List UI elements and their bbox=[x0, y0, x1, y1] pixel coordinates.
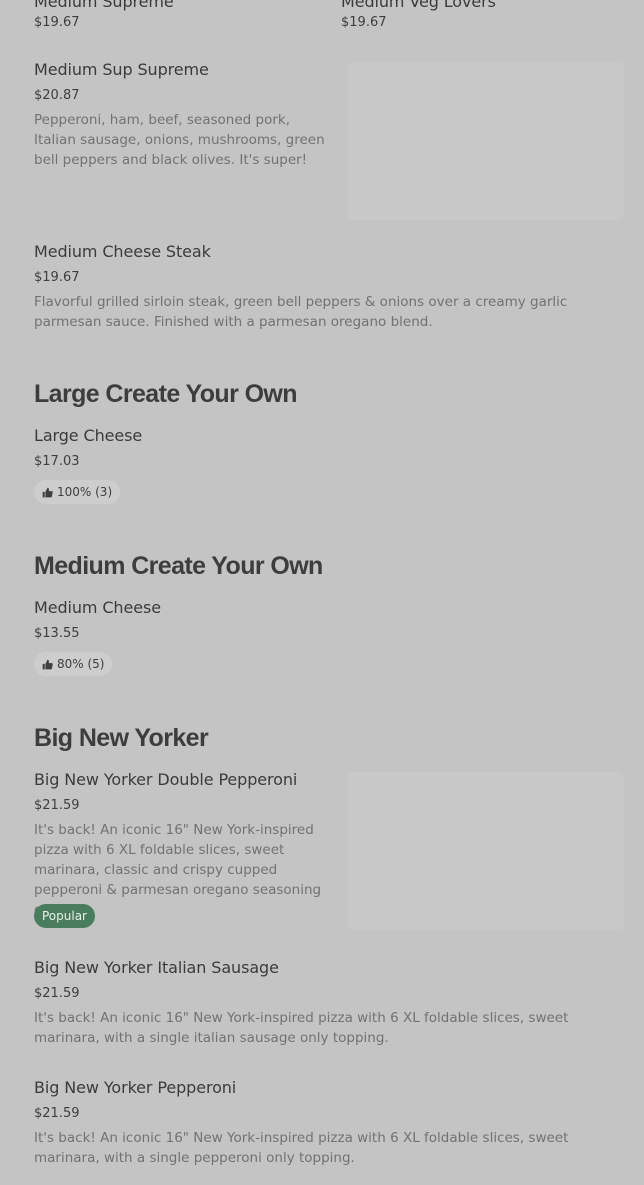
item-name: Medium Cheese bbox=[34, 598, 161, 617]
rating-badge: 80% (5) bbox=[34, 652, 113, 676]
item-image bbox=[348, 62, 624, 220]
menu-item-medium-veg-lovers[interactable]: Medium Veg Lovers $19.67 bbox=[341, 0, 621, 30]
item-price: $19.67 bbox=[34, 15, 80, 30]
item-description: Pepperoni, ham, beef, seasoned pork, Ita… bbox=[34, 112, 325, 168]
menu-item-big-new-yorker-italian-sausage[interactable]: Big New Yorker Italian Sausage $21.59 It… bbox=[0, 954, 644, 1054]
menu-item-big-new-yorker-double-pepperoni[interactable]: Big New Yorker Double Pepperoni $21.59 I… bbox=[0, 766, 644, 936]
section-title-large-create: Large Create Your Own bbox=[34, 380, 298, 408]
rating-badge: 100% (3) bbox=[34, 480, 121, 504]
item-name: Big New Yorker Italian Sausage bbox=[34, 958, 279, 977]
section-title-big-new-yorker: Big New Yorker bbox=[34, 724, 209, 752]
item-name: Medium Supreme bbox=[34, 0, 174, 11]
item-name: Large Cheese bbox=[34, 426, 143, 445]
menu-item-medium-supreme[interactable]: Medium Supreme $19.67 bbox=[34, 0, 314, 30]
item-name: Big New Yorker Double Pepperoni bbox=[34, 770, 298, 789]
thumbs-up-icon bbox=[42, 659, 53, 669]
menu-item-medium-cheese-steak[interactable]: Medium Cheese Steak $19.67 Flavorful gri… bbox=[0, 238, 644, 338]
item-name: Medium Cheese Steak bbox=[34, 242, 211, 261]
item-price: $21.59 bbox=[34, 986, 80, 1001]
item-description: It's back! An iconic 16" New York-inspir… bbox=[34, 1130, 569, 1166]
item-description: Flavorful grilled sirloin steak, green b… bbox=[34, 294, 568, 330]
item-name: Medium Sup Supreme bbox=[34, 60, 209, 79]
menu-item-medium-sup-supreme[interactable]: Medium Sup Supreme $20.87 Pepperoni, ham… bbox=[0, 56, 644, 226]
item-name: Big New Yorker Pepperoni bbox=[34, 1078, 237, 1097]
item-description: It's back! An iconic 16" New York-inspir… bbox=[34, 1010, 569, 1046]
popular-badge: Popular bbox=[34, 904, 95, 928]
item-price: $21.59 bbox=[34, 798, 80, 813]
item-price: $20.87 bbox=[34, 88, 80, 103]
menu-item-big-new-yorker-pepperoni[interactable]: Big New Yorker Pepperoni $21.59 It's bac… bbox=[0, 1074, 644, 1174]
rating-text: 100% (3) bbox=[57, 485, 113, 499]
item-price: $19.67 bbox=[34, 270, 80, 285]
item-name: Medium Veg Lovers bbox=[341, 0, 496, 11]
rating-text: 80% (5) bbox=[57, 657, 105, 671]
thumbs-up-icon bbox=[42, 487, 53, 497]
item-price: $13.55 bbox=[34, 626, 80, 641]
menu-item-medium-cheese[interactable]: Medium Cheese $13.55 80% (5) bbox=[0, 594, 644, 684]
menu-item-large-cheese[interactable]: Large Cheese $17.03 100% (3) bbox=[0, 422, 644, 512]
section-title-medium-create: Medium Create Your Own bbox=[34, 552, 323, 580]
item-image bbox=[348, 772, 624, 930]
item-price: $17.03 bbox=[34, 454, 80, 469]
item-price: $21.59 bbox=[34, 1106, 80, 1121]
item-price: $19.67 bbox=[341, 15, 387, 30]
